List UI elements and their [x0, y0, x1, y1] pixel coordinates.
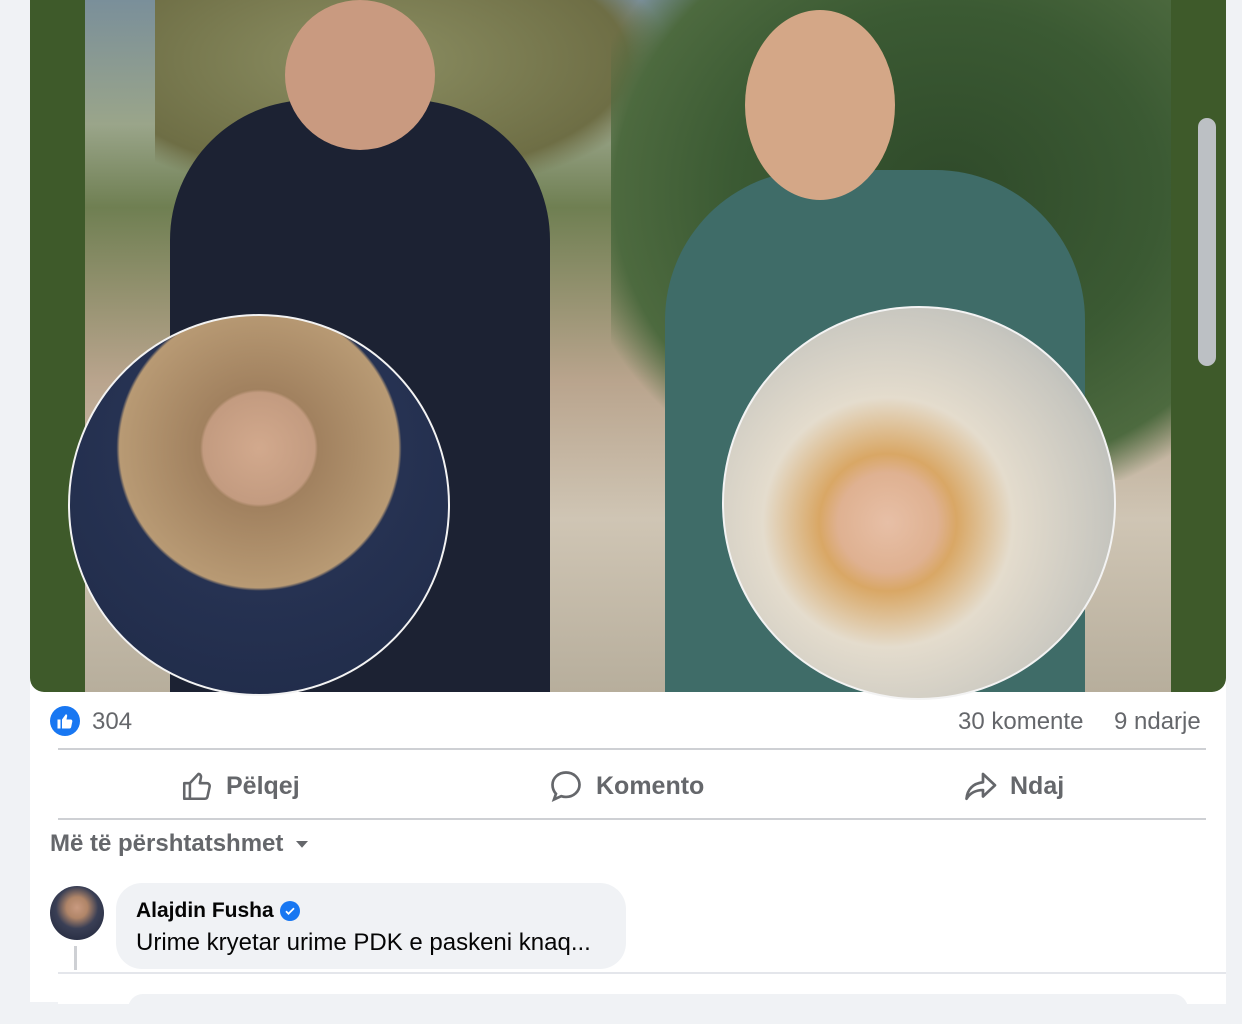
avatar[interactable] — [50, 886, 104, 940]
comment-author[interactable]: Alajdin Fusha — [136, 899, 300, 923]
inset-portrait-man — [68, 314, 450, 696]
share-button[interactable]: Ndaj — [962, 764, 1064, 808]
caret-down-icon — [296, 841, 309, 848]
scrollbar-thumb[interactable] — [1198, 118, 1216, 366]
comment-button[interactable]: Komento — [548, 764, 704, 808]
comment-button-label: Komento — [596, 771, 705, 800]
like-reaction-icon[interactable] — [50, 706, 80, 736]
post-action-bar: Pëlqej Komento Ndaj — [30, 752, 1226, 818]
like-button[interactable]: Pëlqej — [180, 764, 300, 808]
verified-badge-icon — [279, 901, 300, 921]
actions-divider — [58, 818, 1206, 820]
comments-count-link[interactable]: 30 komente — [958, 708, 1083, 736]
person-right-head — [745, 10, 895, 200]
inset-portrait-woman — [722, 306, 1116, 700]
share-button-label: Ndaj — [1010, 771, 1065, 800]
comment-input-partial[interactable] — [128, 994, 1188, 1024]
stats-divider — [58, 748, 1206, 750]
comment-thread-line — [74, 946, 77, 970]
comment-author-name[interactable]: Alajdin Fusha — [136, 899, 274, 923]
comment-sort-dropdown[interactable]: Më të përshtatshmet — [50, 830, 311, 858]
comment-bubble: Alajdin Fusha Urime kryetar urime PDK e … — [116, 883, 626, 969]
share-arrow-icon — [965, 772, 997, 801]
shares-count-link[interactable]: 9 ndarje — [1114, 708, 1201, 736]
comment-bubble-icon — [551, 771, 581, 803]
like-button-label: Pëlqej — [226, 771, 300, 800]
comment-text: Urime kryetar urime PDK e paskeni knaq..… — [136, 929, 591, 956]
reactions-count[interactable]: 304 — [92, 708, 132, 736]
comment-sort-label: Më të përshtatshmet — [50, 830, 284, 857]
post-stats-bar: 304 30 komente 9 ndarje — [30, 700, 1226, 746]
thumbs-up-icon — [182, 772, 211, 801]
next-comment-area — [58, 972, 1226, 1024]
person-left-head — [285, 0, 435, 150]
